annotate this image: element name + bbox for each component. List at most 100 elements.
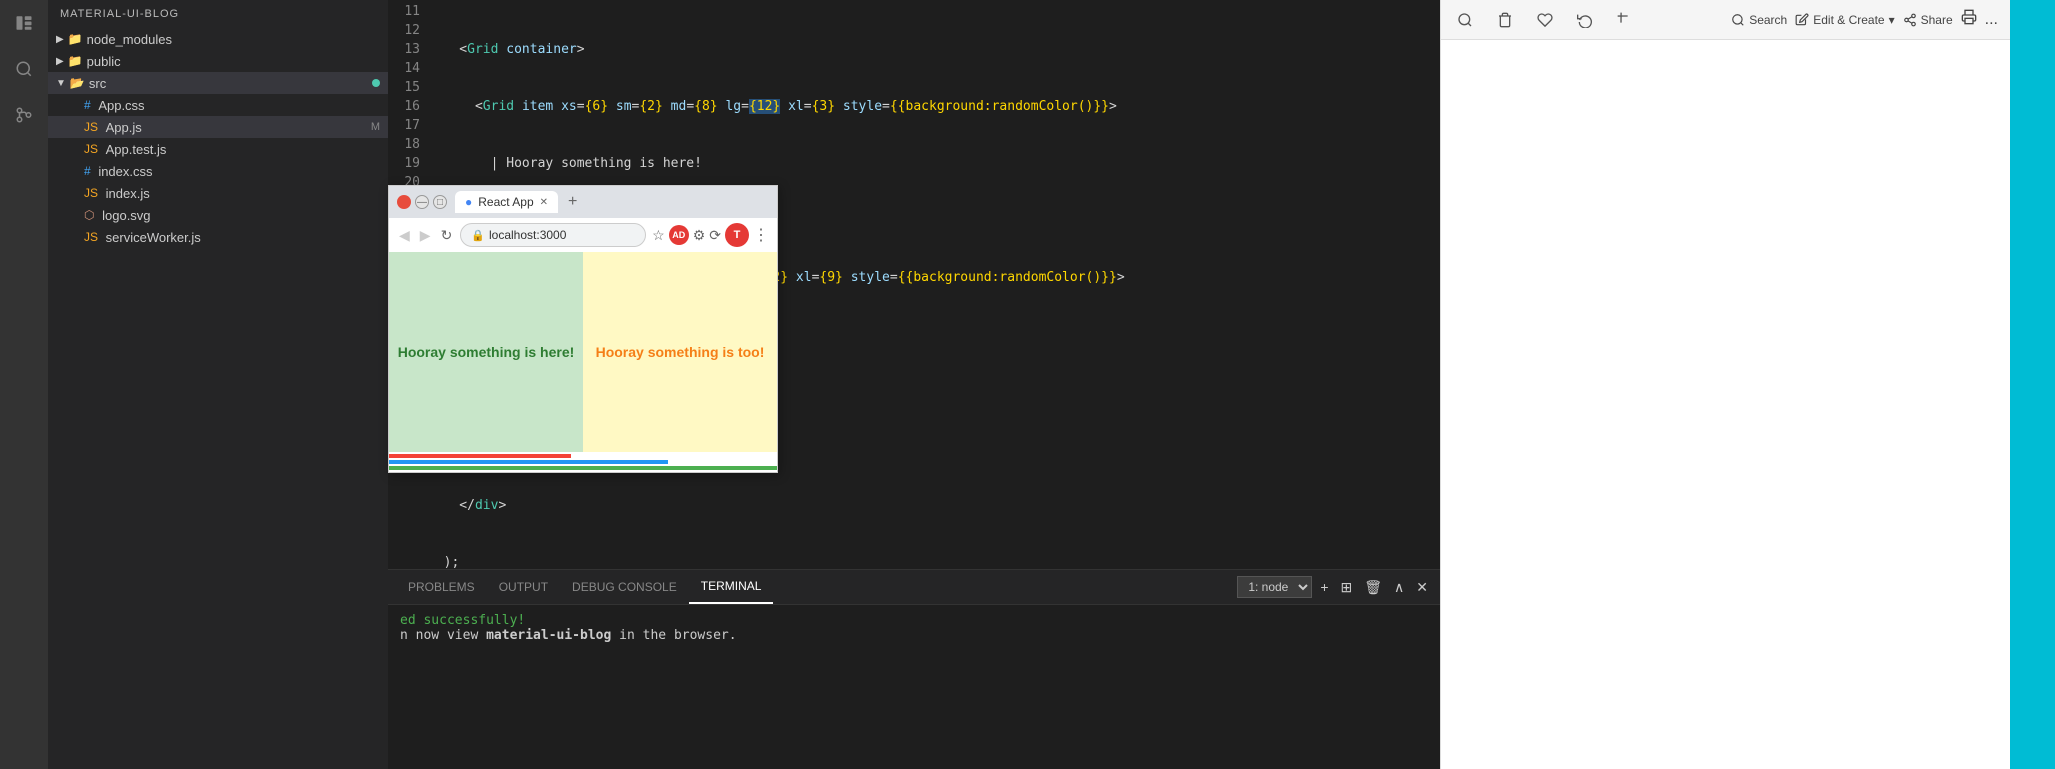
folder-name: public — [87, 54, 121, 69]
file-name: index.css — [98, 164, 152, 179]
js-file-icon: JS — [84, 186, 98, 200]
browser-cell-1: Hooray something is here! — [389, 252, 583, 452]
photo-search-label: Search — [1749, 13, 1787, 27]
photo-edit-create-button[interactable]: Edit & Create ▾ — [1795, 13, 1894, 27]
tab-terminal[interactable]: TERMINAL — [689, 570, 774, 604]
progress-bar-green — [389, 466, 777, 470]
browser-tab-title: React App — [478, 195, 533, 209]
photo-rotate-button[interactable] — [1573, 8, 1597, 32]
activity-search[interactable] — [9, 54, 39, 84]
terminal-controls: 1: node + ⊞ 🗑 ∧ ✕ — [1237, 576, 1432, 598]
photo-more-button[interactable]: ... — [1985, 11, 1998, 29]
tab-debug-console[interactable]: DEBUG CONSOLE — [560, 570, 689, 604]
terminal-success-text: ed successfully! — [400, 613, 525, 628]
tab-debug-label: DEBUG CONSOLE — [572, 580, 677, 594]
tree-app-test-js[interactable]: JS App.test.js — [48, 138, 388, 160]
photo-search-button[interactable]: Search — [1731, 13, 1787, 27]
tree-app-js[interactable]: JS App.js M — [48, 116, 388, 138]
photo-favorite-button[interactable] — [1533, 8, 1557, 32]
browser-maximize-button[interactable]: □ — [433, 195, 447, 209]
tab-output[interactable]: OUTPUT — [487, 570, 560, 604]
browser-titlebar: — □ ● React App ✕ + — [389, 186, 777, 218]
terminal-info-text: n now view material-ui-blog in the brows… — [400, 628, 737, 643]
browser-actions: ☆ AD ⚙ ⟳ T ⋮ — [652, 223, 769, 247]
more-dots-icon: ... — [1985, 11, 1998, 28]
tree-public[interactable]: ▶ 📁 public — [48, 50, 388, 72]
progress-bar-red — [389, 454, 571, 458]
modified-badge: M — [371, 121, 380, 133]
browser-close-button[interactable] — [397, 195, 411, 209]
photo-trash-button[interactable] — [1493, 8, 1517, 32]
modified-dot — [372, 79, 380, 87]
chevron-right-icon: ▶ — [56, 34, 64, 45]
terminal-panel: PROBLEMS OUTPUT DEBUG CONSOLE TERMINAL 1… — [388, 569, 1440, 769]
browser-url-text: localhost:3000 — [489, 228, 566, 242]
browser-new-tab-button[interactable]: + — [562, 193, 583, 211]
photo-print-button[interactable] — [1961, 9, 1977, 30]
tree-app-css[interactable]: # App.css — [48, 94, 388, 116]
progress-bar-row-1 — [389, 454, 777, 458]
activity-explorer[interactable] — [9, 8, 39, 38]
browser-bookmark-button[interactable]: ☆ — [652, 227, 665, 244]
terminal-close-button[interactable]: ✕ — [1412, 577, 1432, 598]
browser-minimize-button[interactable]: — — [415, 195, 429, 209]
browser-avatar: T — [725, 223, 749, 247]
adblock-badge: AD — [669, 225, 689, 245]
tab-problems-label: PROBLEMS — [408, 580, 475, 594]
photo-crop-button[interactable] — [1613, 8, 1637, 32]
photo-panel: Search Edit & Create ▾ Share ... — [1440, 0, 2010, 769]
folder-open-icon: 📂 — [70, 76, 85, 90]
terminal-chevron-up-button[interactable]: ∧ — [1390, 577, 1408, 598]
browser-tab-close-icon[interactable]: ✕ — [540, 197, 548, 208]
vscode-editor-area: 1112131415 1617181920 21 23 <Grid contai… — [388, 0, 1440, 769]
terminal-tabs: PROBLEMS OUTPUT DEBUG CONSOLE TERMINAL 1… — [388, 570, 1440, 605]
browser-refresh-button[interactable]: ↻ — [439, 225, 455, 246]
browser-forward-button[interactable]: ▶ — [418, 225, 433, 246]
tab-problems[interactable]: PROBLEMS — [396, 570, 487, 604]
activity-source-control[interactable] — [9, 100, 39, 130]
sidebar-header: MATERIAL-UI-BLOG — [48, 0, 388, 28]
file-name: App.js — [106, 120, 142, 135]
file-name: App.css — [98, 98, 144, 113]
tree-node-modules[interactable]: ▶ 📁 node_modules — [48, 28, 388, 50]
svg-file-icon: ⬡ — [84, 208, 94, 222]
browser-more-button[interactable]: ⋮ — [753, 225, 769, 245]
tree-index-css[interactable]: # index.css — [48, 160, 388, 182]
tree-src[interactable]: ▼ 📂 src — [48, 72, 388, 94]
chevron-down-icon: ▼ — [56, 78, 66, 89]
browser-cell-2: Hooray something is too! — [583, 252, 777, 452]
progress-bar-blue — [389, 460, 668, 464]
file-name: serviceWorker.js — [106, 230, 201, 245]
terminal-selector[interactable]: 1: node — [1237, 576, 1312, 598]
browser-tab[interactable]: ● React App ✕ — [455, 191, 558, 213]
browser-url-bar[interactable]: 🔒 localhost:3000 — [460, 223, 646, 247]
terminal-line-2: n now view material-ui-blog in the brows… — [400, 628, 1428, 643]
folder-name: node_modules — [87, 32, 172, 47]
terminal-body: ed successfully! n now view material-ui-… — [388, 605, 1440, 769]
css-file-icon: # — [84, 98, 91, 112]
browser-content: Hooray something is here! Hooray somethi… — [389, 252, 777, 452]
photo-share-label: Share — [1921, 13, 1953, 27]
terminal-trash-button[interactable]: 🗑 — [1360, 577, 1386, 598]
folder-name: src — [89, 76, 106, 91]
file-name: index.js — [106, 186, 150, 201]
js-file-icon: JS — [84, 142, 98, 156]
photo-share-button[interactable]: Share — [1903, 13, 1953, 27]
photo-zoom-button[interactable] — [1453, 8, 1477, 32]
js-file-icon: JS — [84, 120, 98, 134]
css-file-icon: # — [84, 164, 91, 178]
browser-extension-button2[interactable]: ⟳ — [709, 227, 721, 244]
photo-toolbar-left — [1453, 8, 1637, 32]
browser-extension-button1[interactable]: ⚙ — [693, 227, 706, 244]
photo-edit-label: Edit & Create — [1813, 13, 1884, 27]
terminal-add-button[interactable]: + — [1316, 577, 1332, 597]
tree-logo-svg[interactable]: ⬡ logo.svg — [48, 204, 388, 226]
file-name: logo.svg — [102, 208, 150, 223]
tree-service-worker[interactable]: JS serviceWorker.js — [48, 226, 388, 248]
browser-back-button[interactable]: ◀ — [397, 225, 412, 246]
browser-cell-1-text: Hooray something is here! — [398, 344, 575, 360]
tree-index-js[interactable]: JS index.js — [48, 182, 388, 204]
terminal-split-button[interactable]: ⊞ — [1337, 577, 1357, 598]
vscode-main-container: 1112131415 1617181920 21 23 <Grid contai… — [388, 0, 2010, 769]
chevron-right-icon: ▶ — [56, 56, 64, 67]
